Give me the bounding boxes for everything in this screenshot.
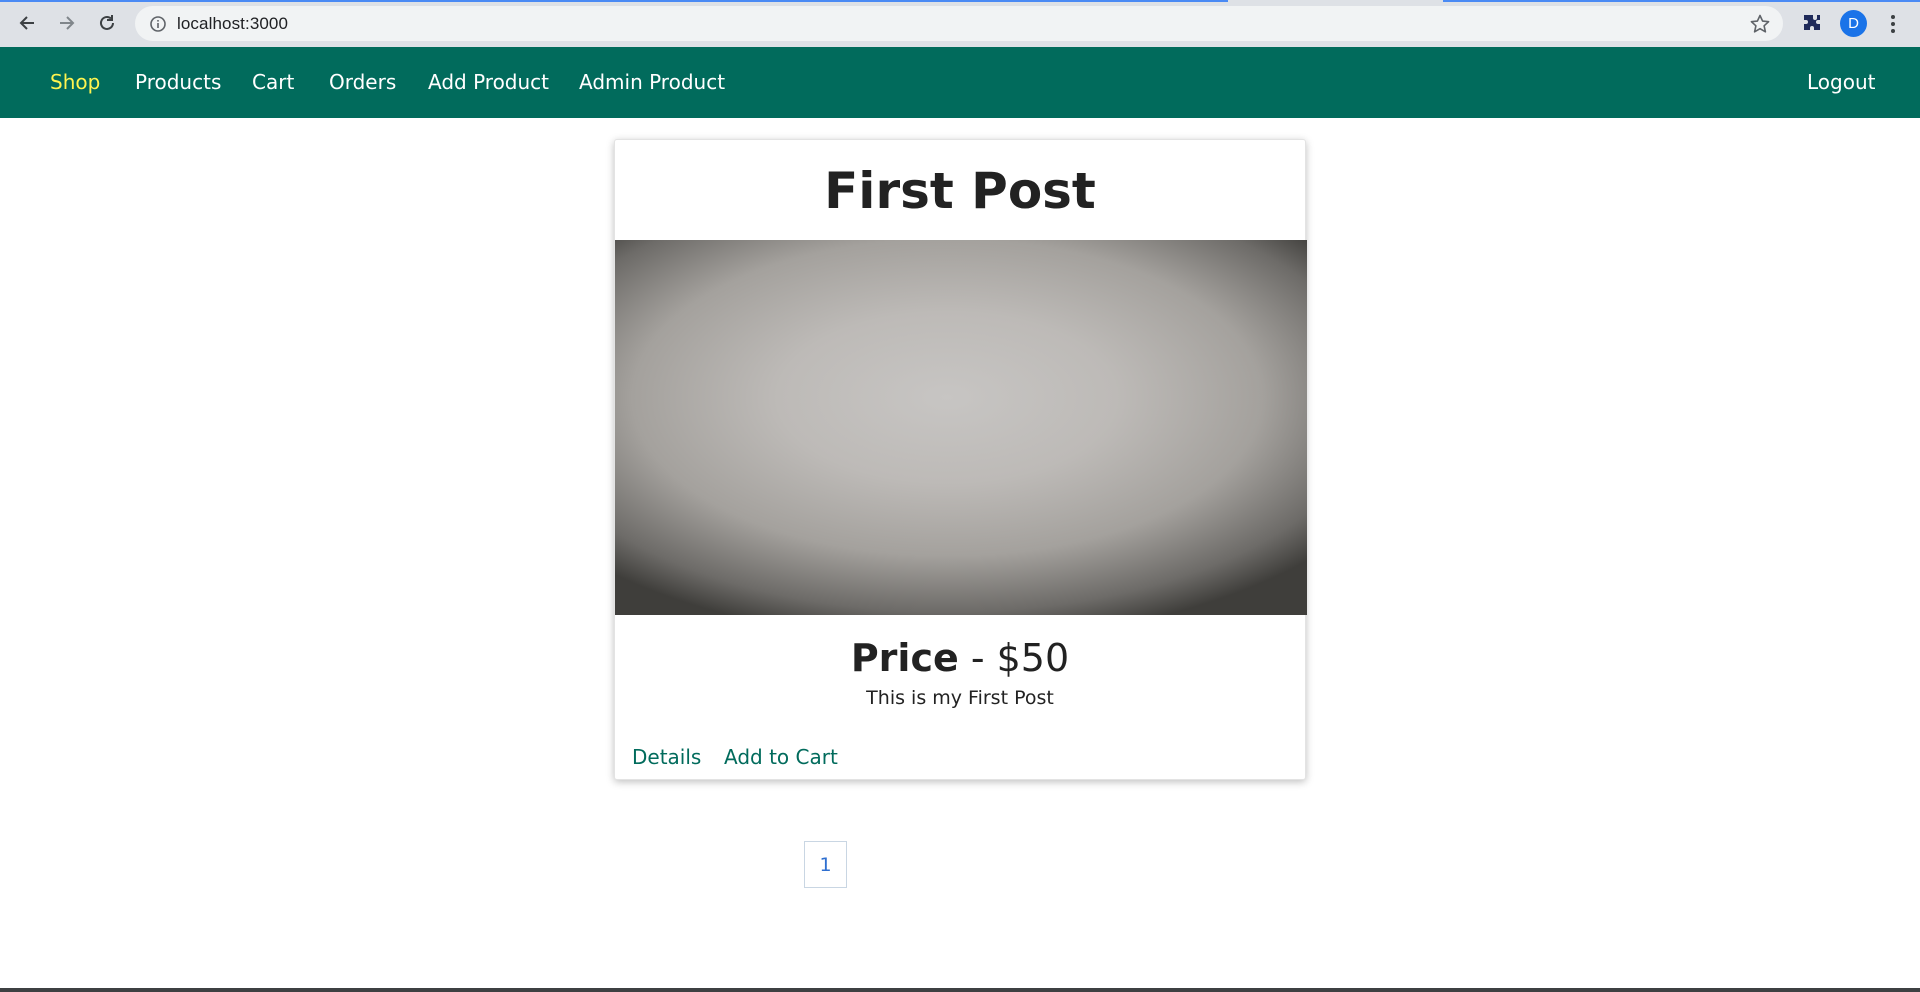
product-card: First Post Price - $50 This is my First … — [614, 139, 1307, 780]
window-bottom-edge — [0, 988, 1920, 992]
nav-item-orders[interactable]: Orders — [329, 47, 396, 118]
product-price: Price - $50 — [615, 636, 1305, 680]
address-bar[interactable]: localhost:3000 — [135, 6, 1783, 41]
menu-dots-icon[interactable] — [1882, 12, 1904, 36]
details-link[interactable]: Details — [632, 745, 701, 769]
profile-avatar[interactable]: D — [1840, 10, 1867, 37]
loading-progress-bar — [0, 0, 1228, 2]
add-to-cart-link[interactable]: Add to Cart — [724, 745, 838, 769]
main-navigation: Shop Products Cart Orders Add Product Ad… — [0, 47, 1920, 118]
product-title: First Post — [824, 162, 1096, 220]
nav-item-products[interactable]: Products — [135, 47, 221, 118]
star-icon[interactable] — [1749, 13, 1771, 35]
forward-arrow-icon[interactable] — [51, 8, 83, 38]
reload-icon[interactable] — [91, 8, 123, 38]
nav-item-shop[interactable]: Shop — [50, 47, 100, 118]
product-description: This is my First Post — [866, 687, 1054, 709]
pagination-page-1[interactable]: 1 — [804, 841, 847, 888]
price-value: $50 — [996, 636, 1070, 680]
price-separator: - — [958, 636, 997, 680]
info-icon[interactable] — [149, 15, 167, 33]
nav-item-cart[interactable]: Cart — [252, 47, 294, 118]
back-arrow-icon[interactable] — [11, 8, 43, 38]
nav-item-add-product[interactable]: Add Product — [428, 47, 549, 118]
product-image — [615, 240, 1307, 615]
nav-item-admin-product[interactable]: Admin Product — [579, 47, 725, 118]
logout-link[interactable]: Logout — [1807, 47, 1875, 118]
puzzle-icon[interactable] — [1800, 12, 1824, 36]
url-text[interactable]: localhost:3000 — [177, 14, 288, 34]
price-label: Price — [850, 636, 959, 680]
loading-progress-bar-tail — [1443, 0, 1920, 2]
browser-toolbar: localhost:3000 D — [0, 0, 1920, 47]
